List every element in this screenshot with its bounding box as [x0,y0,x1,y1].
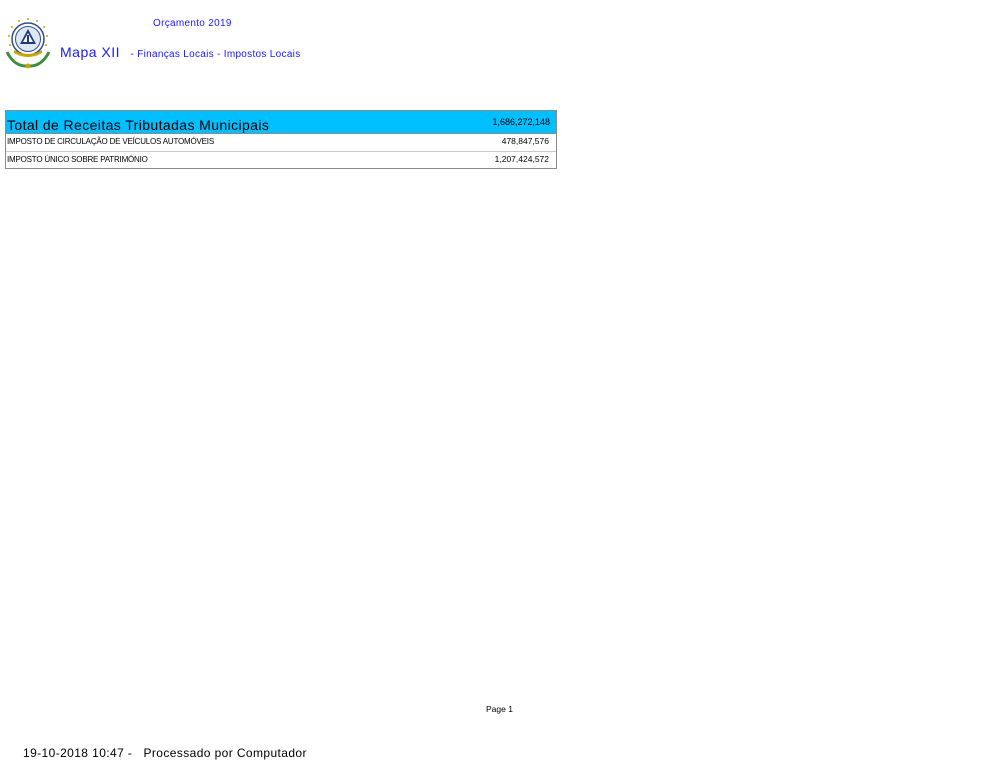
coat-of-arms-icon [5,18,51,69]
revenue-table: Total de Receitas Tributadas Municipais … [5,110,557,169]
total-value: 1,686,272,148 [492,117,550,127]
total-label: Total de Receitas Tributadas Municipais [7,117,270,133]
page-number: Page 1 [486,704,513,714]
map-subtitle: - Finanças Locais - Impostos Locais [130,49,301,60]
map-heading: Mapa XII - Finanças Locais - Impostos Lo… [60,44,301,62]
table-row: IMPOSTO ÚNICO SOBRE PATRIMÓNIO 1,207,424… [6,151,556,168]
map-name: Mapa XII [60,44,121,60]
row-label: IMPOSTO ÚNICO SOBRE PATRIMÓNIO [7,155,148,164]
row-value: 1,207,424,572 [494,154,549,164]
footer-processed-note: 19-10-2018 10:47 - Processado por Comput… [23,746,307,760]
table-row: IMPOSTO DE CIRCULAÇÃO DE VEÍCULOS AUTOMÓ… [6,134,556,151]
table-total-row: Total de Receitas Tributadas Municipais … [6,111,556,134]
row-value: 478,847,576 [501,136,549,146]
budget-title: Orçamento 2019 [153,18,232,29]
row-label: IMPOSTO DE CIRCULAÇÃO DE VEÍCULOS AUTOMÓ… [7,137,214,146]
